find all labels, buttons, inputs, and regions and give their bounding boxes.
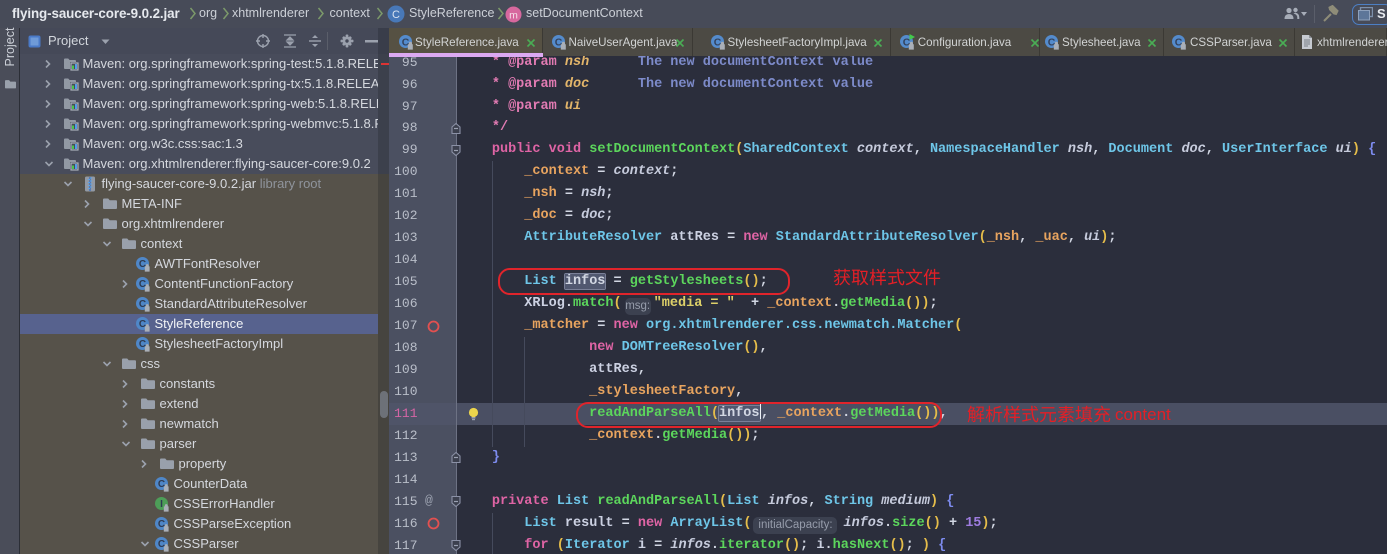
svg-text:C: C: [392, 9, 400, 21]
svg-text:m: m: [509, 10, 518, 22]
